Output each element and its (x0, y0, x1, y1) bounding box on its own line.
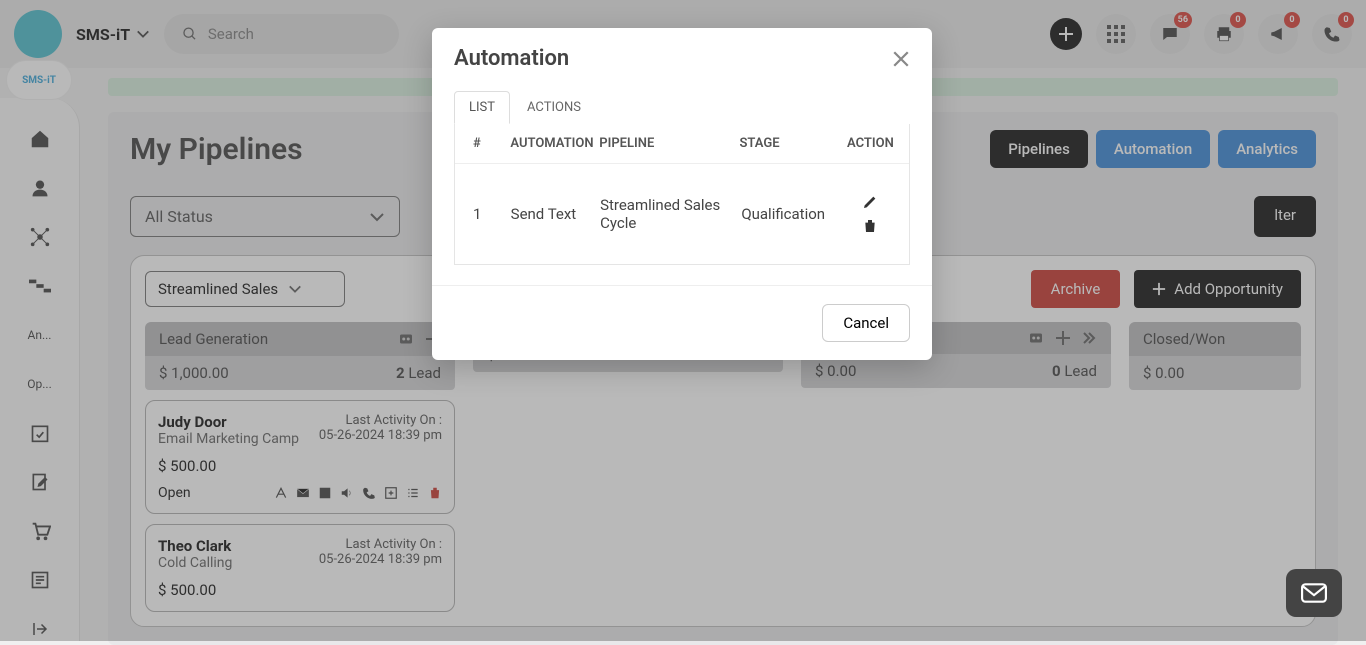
td-pipeline: Streamlined Sales Cycle (600, 196, 741, 232)
th-pipeline: PIPELINE (599, 136, 739, 151)
th-action: ACTION (847, 136, 891, 151)
modal-title: Automation (454, 46, 569, 71)
close-icon (892, 50, 910, 68)
th-number: # (473, 136, 510, 151)
td-stage: Qualification (741, 205, 849, 223)
th-automation: AUTOMATION (510, 136, 599, 151)
modal-table-head: # AUTOMATION PIPELINE STAGE ACTION (455, 124, 909, 163)
th-stage: STAGE (739, 136, 847, 151)
td-action (850, 194, 891, 234)
close-button[interactable] (892, 50, 910, 68)
table-row: 1 Send Text Streamlined Sales Cycle Qual… (455, 163, 909, 264)
edit-icon[interactable] (862, 194, 878, 210)
td-number: 1 (473, 205, 511, 223)
modal-tabs: LIST ACTIONS (432, 91, 932, 124)
automation-modal: Automation LIST ACTIONS # AUTOMATION PIP… (432, 28, 932, 360)
modal-footer: Cancel (432, 285, 932, 360)
modal-header: Automation (432, 28, 932, 81)
trash-icon[interactable] (862, 218, 878, 234)
modal-table: # AUTOMATION PIPELINE STAGE ACTION 1 Sen… (454, 124, 910, 265)
cancel-button[interactable]: Cancel (822, 304, 910, 342)
td-automation: Send Text (511, 205, 600, 223)
mail-fab[interactable] (1286, 569, 1342, 617)
mail-icon (1301, 583, 1327, 603)
modal-tab-actions[interactable]: ACTIONS (512, 91, 596, 124)
modal-tab-list[interactable]: LIST (454, 91, 510, 124)
